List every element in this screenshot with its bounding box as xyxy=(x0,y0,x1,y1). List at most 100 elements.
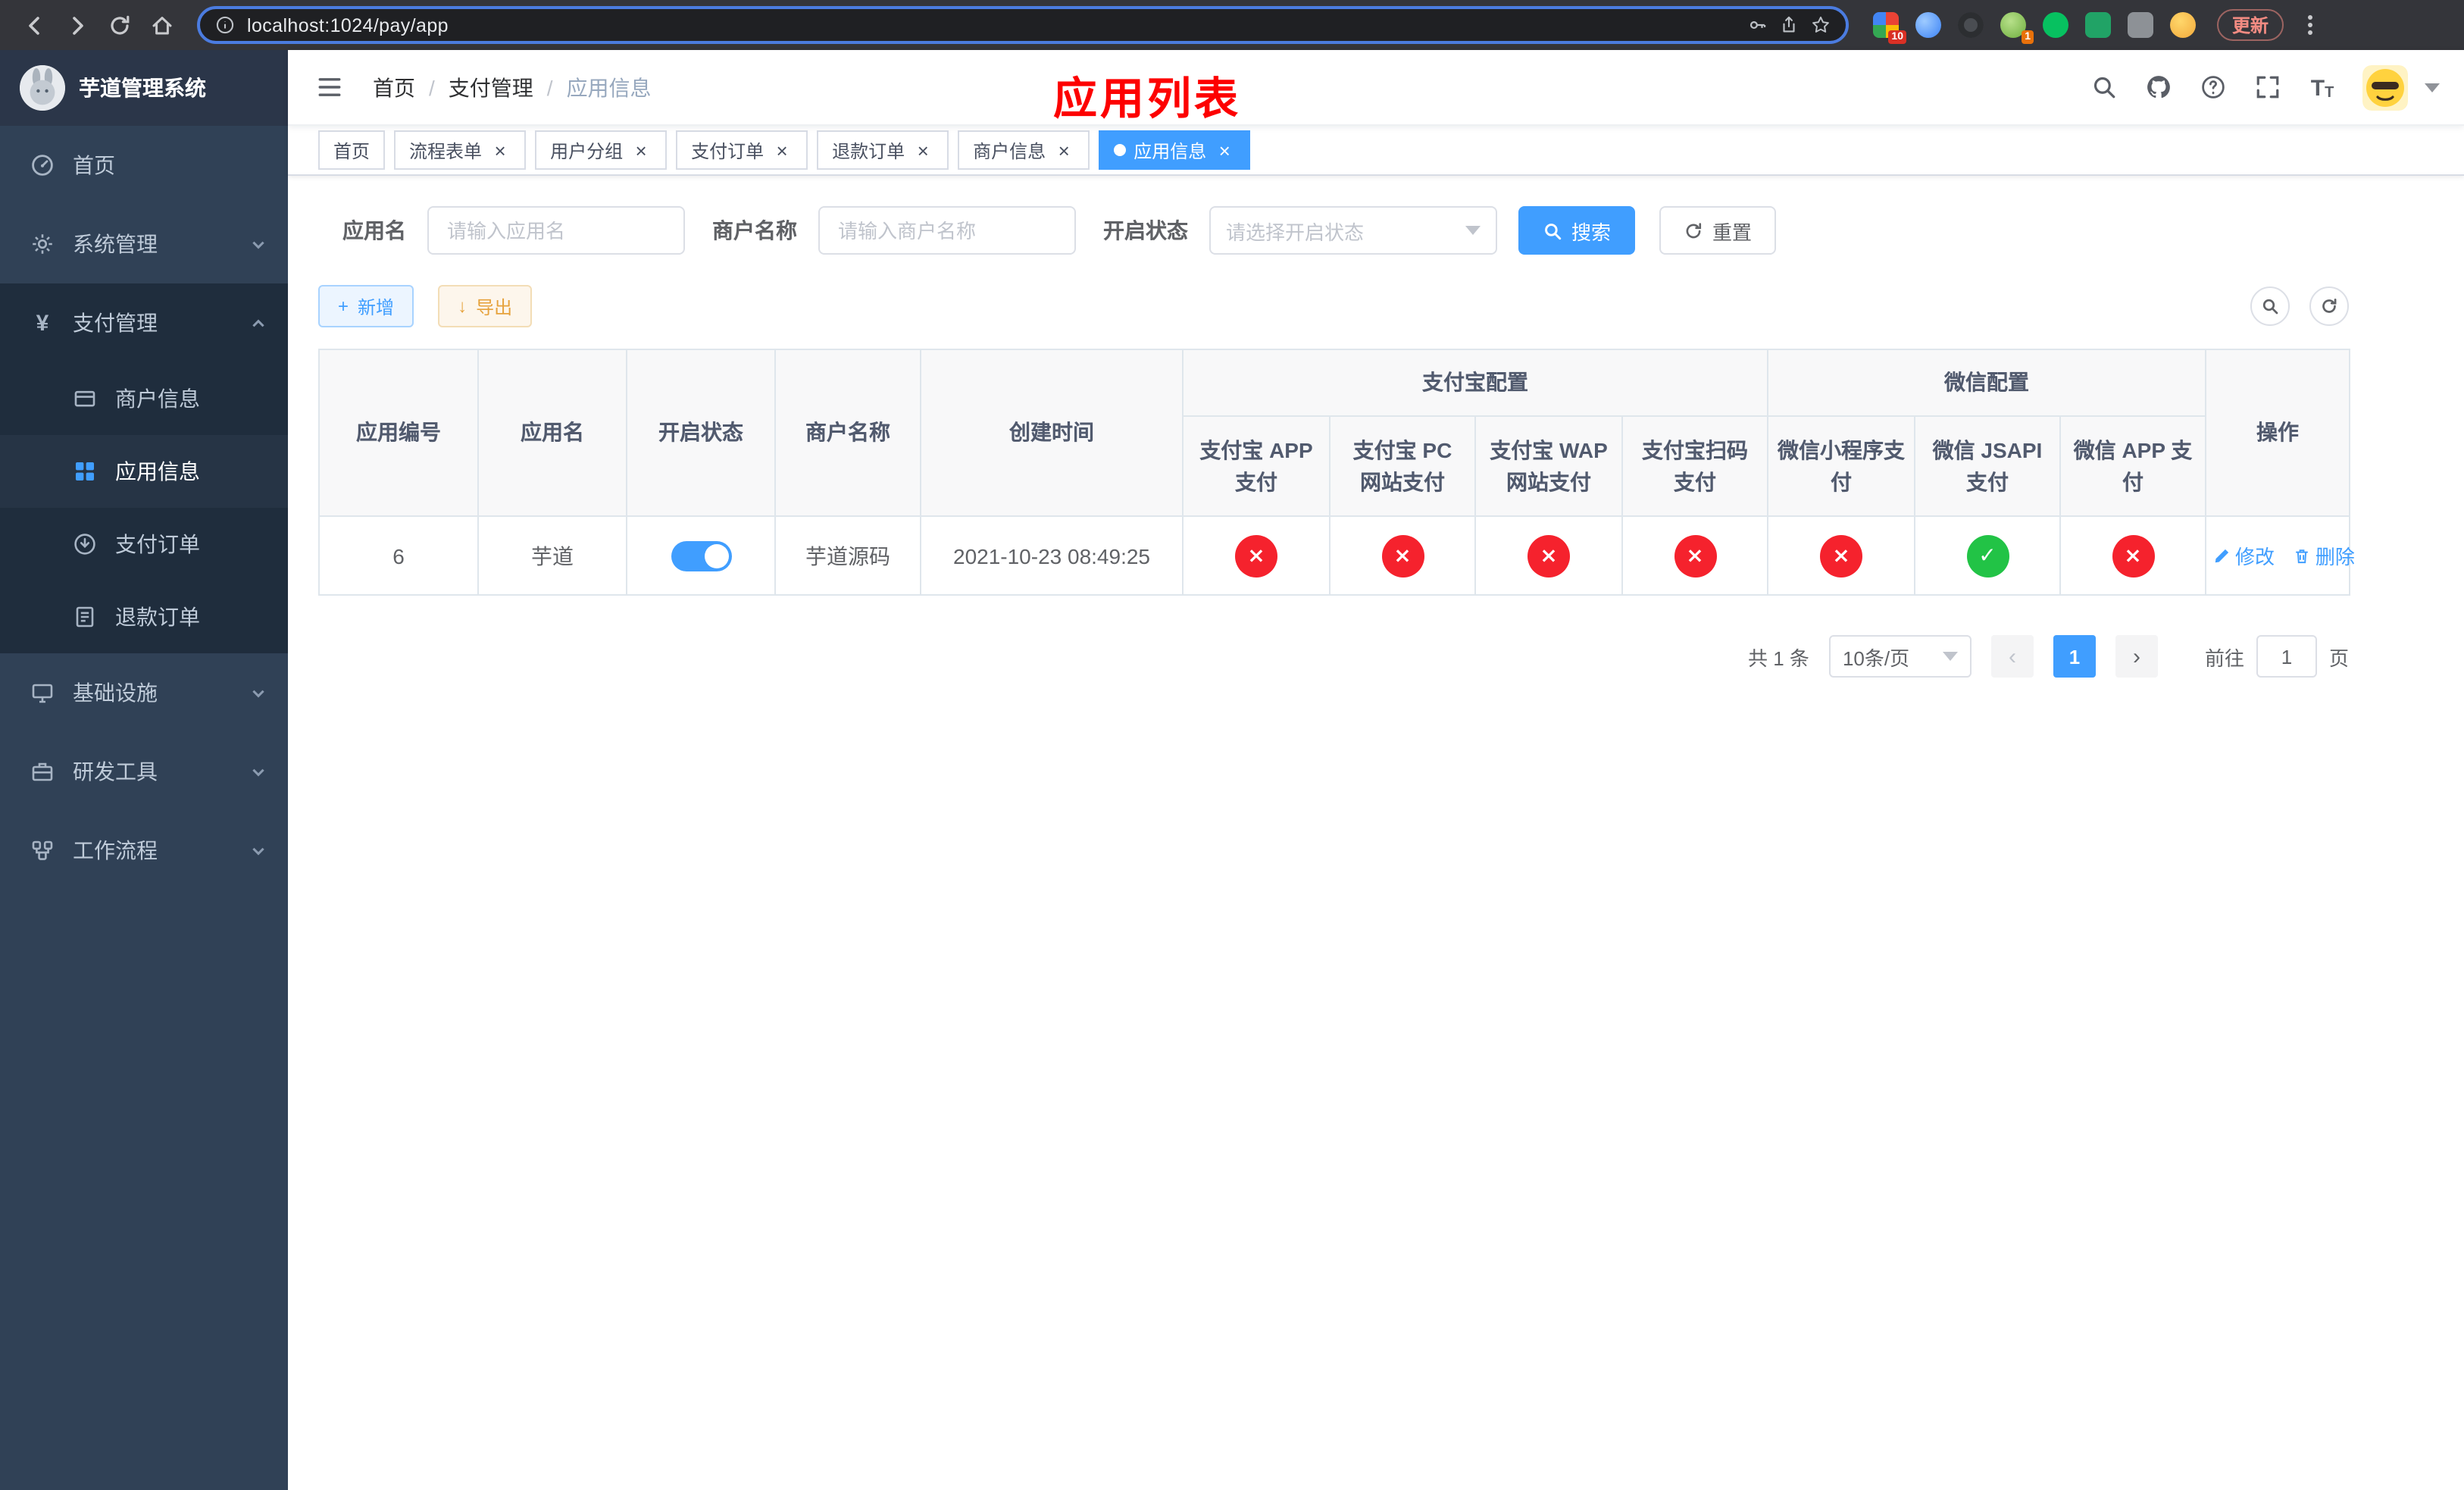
refresh-button[interactable] xyxy=(2309,286,2349,326)
col-header-merchant: 商户名称 xyxy=(774,349,921,517)
sidebar-item-pay-order[interactable]: 支付订单 xyxy=(0,508,288,581)
search-icon[interactable] xyxy=(2090,73,2118,102)
browser-reload-button[interactable] xyxy=(100,5,139,45)
breadcrumb-pay-management[interactable]: 支付管理 xyxy=(449,72,533,102)
close-icon[interactable]: × xyxy=(1053,140,1074,160)
status-toggle[interactable] xyxy=(671,540,731,571)
export-button[interactable]: ↓ 导出 xyxy=(438,285,533,327)
sidebar-item-system[interactable]: 系统管理 xyxy=(0,205,288,283)
sidebar-item-home[interactable]: 首页 xyxy=(0,126,288,205)
sidebar-toggle-icon[interactable] xyxy=(312,70,346,104)
tab-app-info[interactable]: 应用信息 × xyxy=(1099,130,1251,170)
document-icon xyxy=(73,605,97,629)
github-icon[interactable] xyxy=(2144,73,2173,102)
next-page-button[interactable]: › xyxy=(2115,635,2158,678)
edit-link[interactable]: 修改 xyxy=(2212,541,2275,570)
breadcrumb-home[interactable]: 首页 xyxy=(373,72,415,102)
search-button[interactable]: 搜索 xyxy=(1518,206,1636,255)
breadcrumb-current: 应用信息 xyxy=(566,75,652,99)
tab-home[interactable]: 首页 xyxy=(318,130,386,170)
cell-app-id: 6 xyxy=(318,515,479,596)
sidebar-item-workflow[interactable]: 工作流程 xyxy=(0,811,288,890)
app-logo-row[interactable]: 芋道管理系统 xyxy=(0,50,288,126)
chevron-up-icon xyxy=(250,315,267,331)
close-icon[interactable]: × xyxy=(912,140,933,160)
fullscreen-icon[interactable] xyxy=(2253,73,2282,102)
delete-link[interactable]: 删除 xyxy=(2293,541,2355,570)
bookmark-star-icon[interactable] xyxy=(1811,15,1831,35)
status-select[interactable]: 请选择开启状态 xyxy=(1209,206,1497,255)
password-key-icon[interactable] xyxy=(1747,15,1767,35)
browser-toolbar: localhost:1024/pay/app 10 1 更新 xyxy=(0,0,2464,50)
sidebar-item-merchant-info[interactable]: 商户信息 xyxy=(0,362,288,435)
gear-icon xyxy=(30,232,55,256)
extension-wechat-devtools-icon[interactable] xyxy=(2043,12,2068,38)
sidebar-item-payment[interactable]: ¥ 支付管理 xyxy=(0,283,288,362)
extension-face-icon[interactable] xyxy=(2170,12,2196,38)
prev-page-button[interactable]: ‹ xyxy=(1990,635,2034,678)
close-icon[interactable]: × xyxy=(489,140,511,160)
close-icon[interactable]: × xyxy=(630,140,652,160)
tab-merchant-info[interactable]: 商户信息 × xyxy=(958,130,1090,170)
col-header-alipay-wap: 支付宝 WAP 网站支付 xyxy=(1474,415,1623,517)
reset-button[interactable]: 重置 xyxy=(1659,206,1777,255)
merchant-name-input[interactable] xyxy=(818,206,1076,255)
goto-page-input[interactable] xyxy=(2256,635,2317,678)
group-header-wechat: 微信配置 xyxy=(1767,349,2206,417)
add-button[interactable]: + 新增 xyxy=(318,285,414,327)
extension-avatar-icon[interactable]: 1 xyxy=(2000,12,2034,44)
browser-menu-icon[interactable] xyxy=(2299,9,2322,41)
sidebar-item-refund-order[interactable]: 退款订单 xyxy=(0,581,288,653)
toggle-search-button[interactable] xyxy=(2250,286,2290,326)
browser-forward-button[interactable] xyxy=(58,5,97,45)
font-size-icon[interactable]: TT xyxy=(2308,73,2337,102)
url-text[interactable]: localhost:1024/pay/app xyxy=(247,14,1735,36)
app-name-label: 应用名 xyxy=(342,218,406,243)
monitor-icon xyxy=(30,681,55,705)
extension-puzzle-icon[interactable] xyxy=(2128,12,2153,38)
cell-wx-jsapi: ✓ xyxy=(1914,515,2061,596)
share-icon[interactable] xyxy=(1779,15,1799,35)
app-name-input[interactable] xyxy=(427,206,685,255)
sidebar-item-infrastructure[interactable]: 基础设施 xyxy=(0,653,288,732)
tab-process-form[interactable]: 流程表单 × xyxy=(394,130,527,170)
browser-home-button[interactable] xyxy=(142,5,182,45)
extension-green-square-icon[interactable] xyxy=(2085,12,2111,38)
table-row: 6 芋道 芋道源码 2021-10-23 08:49:25 × × × × × xyxy=(318,515,2355,596)
browser-back-button[interactable] xyxy=(15,5,55,45)
col-header-actions: 操作 xyxy=(2205,349,2350,517)
help-icon[interactable] xyxy=(2199,73,2228,102)
cell-wx-mini: × xyxy=(1767,515,1915,596)
extension-blue-icon[interactable] xyxy=(1915,12,1941,38)
page-number-1[interactable]: 1 xyxy=(2053,635,2096,678)
tab-user-group[interactable]: 用户分组 × xyxy=(535,130,668,170)
page-title-annotation: 应用列表 xyxy=(1053,76,1242,124)
tab-refund-order[interactable]: 退款订单 × xyxy=(817,130,949,170)
page-size-select[interactable]: 10条/页 xyxy=(1828,635,1972,678)
site-info-icon[interactable] xyxy=(215,15,235,35)
sidebar: 芋道管理系统 首页 系统管理 ¥ 支付管理 商户信息 应用信息 支付订单 退款订… xyxy=(0,50,288,1490)
status-label: 开启状态 xyxy=(1103,218,1188,243)
pencil-icon xyxy=(2215,548,2229,562)
col-header-alipay-pc: 支付宝 PC 网站支付 xyxy=(1329,415,1476,517)
close-icon[interactable]: × xyxy=(771,140,793,160)
sidebar-item-dev-tools[interactable]: 研发工具 xyxy=(0,732,288,811)
status-x-icon: × xyxy=(1381,534,1424,577)
download-icon: ↓ xyxy=(458,296,467,317)
browser-update-button[interactable]: 更新 xyxy=(2217,9,2284,41)
tab-pay-order[interactable]: 支付订单 × xyxy=(676,130,808,170)
sidebar-item-label: 退款订单 xyxy=(115,605,200,629)
col-header-alipay-app: 支付宝 APP 支付 xyxy=(1182,415,1330,517)
extension-dark-icon[interactable] xyxy=(1958,12,1984,38)
cell-status xyxy=(626,515,776,596)
user-menu-caret-icon[interactable] xyxy=(2425,83,2440,92)
close-icon[interactable]: × xyxy=(1214,140,1235,160)
address-bar[interactable]: localhost:1024/pay/app xyxy=(197,6,1849,44)
sidebar-item-app-info[interactable]: 应用信息 xyxy=(0,435,288,508)
cell-app-name: 芋道 xyxy=(477,515,627,596)
breadcrumb-separator: / xyxy=(429,75,435,99)
extension-grid-icon[interactable]: 10 xyxy=(1873,12,1906,44)
col-header-alipay-qr: 支付宝扫码支付 xyxy=(1621,415,1768,517)
user-avatar[interactable] xyxy=(2362,64,2408,110)
top-navbar: 首页 / 支付管理 / 应用信息 应用列表 T T xyxy=(288,50,2464,126)
